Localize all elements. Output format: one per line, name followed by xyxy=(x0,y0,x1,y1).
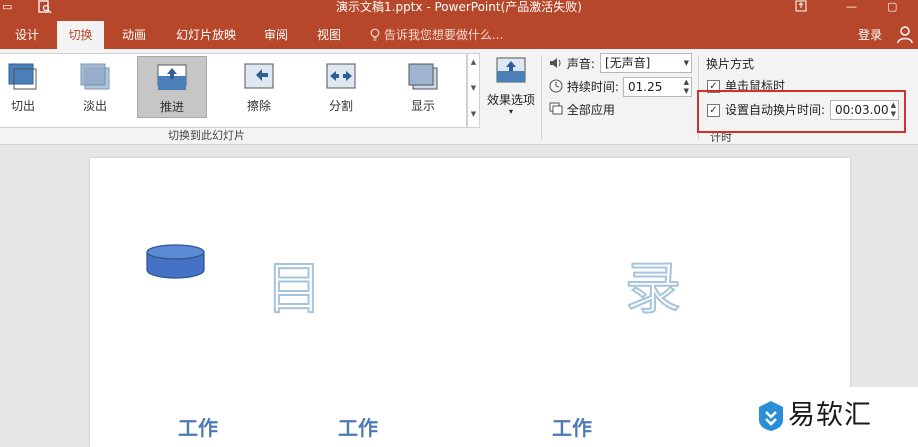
wipe-transition-icon xyxy=(244,63,274,89)
effect-options-icon xyxy=(496,57,526,83)
advance-title: 换片方式 xyxy=(706,57,755,71)
duration-label: 持续时间: xyxy=(566,80,619,94)
apply-all-icon xyxy=(549,102,567,117)
transition-wipe[interactable]: 擦除 xyxy=(224,56,294,118)
transition-reveal-label: 显示 xyxy=(410,99,435,113)
cylinder-shape[interactable] xyxy=(146,244,206,280)
duration-value: 01.25 xyxy=(628,80,663,94)
split-transition-icon xyxy=(326,63,356,89)
reveal-transition-icon xyxy=(408,63,438,90)
watermark-text: 易软汇 xyxy=(788,400,872,431)
clock-icon xyxy=(549,79,567,94)
toc-item[interactable]: 工作 xyxy=(338,418,378,438)
ribbon-display-icon[interactable] xyxy=(795,0,807,15)
login-link[interactable]: 登录 xyxy=(858,21,882,49)
duration-spinner[interactable]: 01.25 ▲ ▼ xyxy=(623,77,692,97)
gallery-scrollbar[interactable]: ▲ ▼ ▼ xyxy=(467,53,480,128)
transition-split-label: 分割 xyxy=(328,99,353,113)
ribbon-tabs: 设计 切换 动画 幻灯片放映 审阅 视图 告诉我您想要做什么... 登录 xyxy=(0,18,918,49)
transition-wipe-label: 擦除 xyxy=(246,99,271,113)
toc-item[interactable]: 工作 xyxy=(552,418,592,438)
title-bar: ▭ 演示文稿1.pptx - PowerPoint(产品激活失败) — ▢ xyxy=(0,0,918,18)
transition-cut-label: 切出 xyxy=(10,99,35,113)
cut-transition-icon xyxy=(8,63,37,90)
push-transition-icon xyxy=(157,64,187,90)
transition-fade-label: 淡出 xyxy=(82,99,107,113)
transition-split[interactable]: 分割 xyxy=(306,56,376,118)
toc-heading-left[interactable]: 目 xyxy=(265,259,323,321)
transition-gallery: 切出 淡出 推进 擦除 分割 显示 xyxy=(0,53,467,128)
sound-row: 声音: xyxy=(549,54,595,74)
window-title: 演示文稿1.pptx - PowerPoint(产品激活失败) xyxy=(336,0,582,14)
group-label-transition: 切换到此幻灯片 xyxy=(168,129,245,142)
watermark: 易软汇 xyxy=(748,387,918,447)
duration-row: 持续时间: xyxy=(549,77,619,97)
speaker-icon xyxy=(549,57,567,71)
tab-animations[interactable]: 动画 xyxy=(114,21,154,49)
transition-push[interactable]: 推进 xyxy=(137,56,207,118)
apply-all-button[interactable]: 全部应用 xyxy=(549,100,615,120)
tab-transitions[interactable]: 切换 xyxy=(57,21,104,49)
chevron-up-icon[interactable]: ▲ xyxy=(468,58,479,66)
tell-me-box[interactable]: 告诉我您想要做什么... xyxy=(370,21,503,49)
sound-dropdown[interactable]: [无声音] ▼ xyxy=(600,53,692,73)
minimize-icon[interactable]: — xyxy=(846,0,857,15)
more-icon[interactable]: ▼ xyxy=(468,110,479,118)
tab-view[interactable]: 视图 xyxy=(309,21,349,49)
effect-options-label: 效果选项 xyxy=(486,93,535,107)
transition-cut[interactable]: 切出 xyxy=(0,56,58,118)
sound-value: [无声音] xyxy=(605,56,651,70)
tab-review[interactable]: 审阅 xyxy=(256,21,296,49)
slide-canvas[interactable]: 目 录 工作 工作 工作 xyxy=(90,158,850,447)
tab-slideshow[interactable]: 幻灯片放映 xyxy=(170,21,242,49)
tab-design[interactable]: 设计 xyxy=(7,21,47,49)
transition-fade[interactable]: 淡出 xyxy=(60,56,130,118)
transition-reveal[interactable]: 显示 xyxy=(388,56,458,118)
dropdown-arrow-icon: ▾ xyxy=(508,107,513,116)
maximize-icon[interactable]: ▢ xyxy=(887,0,897,15)
highlight-box xyxy=(697,90,906,133)
user-icon[interactable] xyxy=(895,24,915,44)
effect-options-button[interactable]: 效果选项 ▾ xyxy=(486,55,536,125)
toc-heading-right[interactable]: 录 xyxy=(624,259,682,321)
chevron-down-icon[interactable]: ▼ xyxy=(468,84,479,92)
spinner-arrows-icon[interactable]: ▲ ▼ xyxy=(684,78,689,96)
fade-transition-icon xyxy=(80,63,110,90)
transition-push-label: 推进 xyxy=(159,100,184,114)
chevron-down-icon: ▼ xyxy=(683,59,689,67)
apply-all-label: 全部应用 xyxy=(566,103,615,117)
watermark-logo-icon xyxy=(759,401,783,431)
toc-item[interactable]: 工作 xyxy=(178,418,218,438)
lightbulb-icon xyxy=(370,28,384,42)
group-separator xyxy=(541,55,542,139)
sound-label: 声音: xyxy=(566,57,595,71)
tell-me-text: 告诉我您想要做什么... xyxy=(383,28,504,42)
